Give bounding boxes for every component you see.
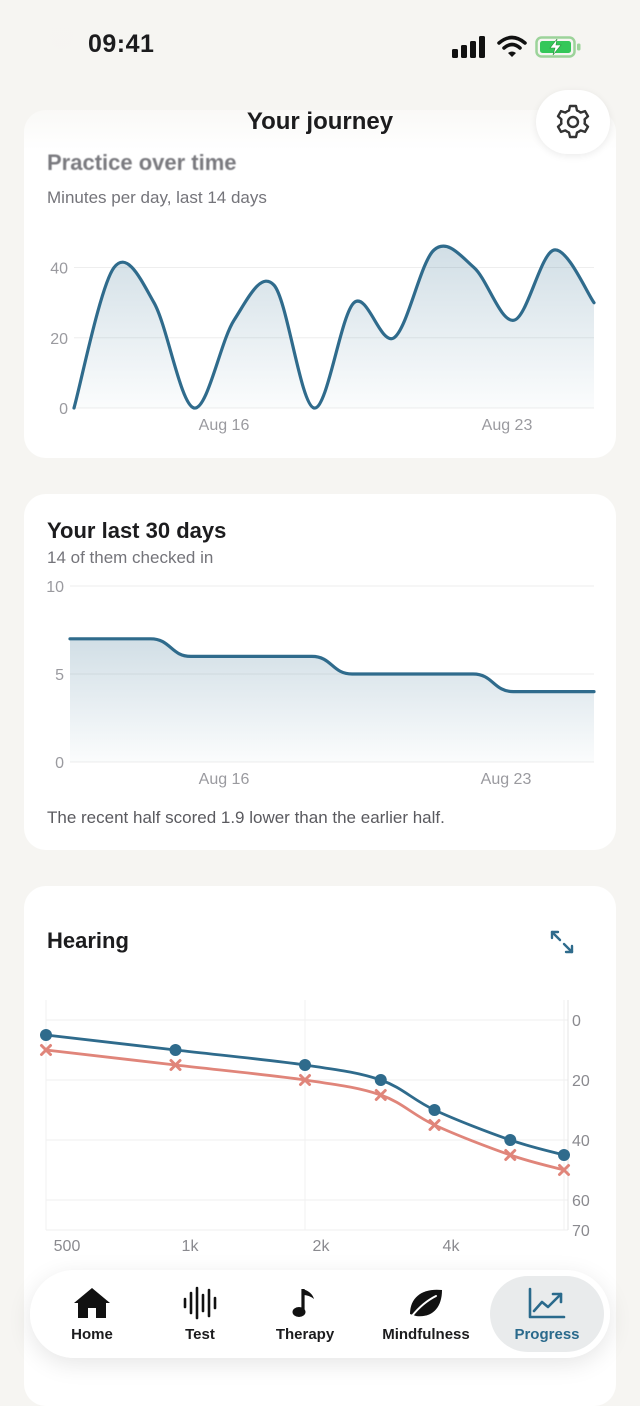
practice-area — [74, 246, 594, 409]
x-tick-label: Aug 16 — [199, 417, 250, 434]
x-tick-label: Aug 23 — [482, 417, 533, 434]
y-tick-label: 60 — [572, 1193, 590, 1210]
y-tick-label: 20 — [50, 331, 68, 348]
legend-left-ear-label: Left ear — [164, 1264, 215, 1266]
x-tick-label: 2k — [313, 1238, 331, 1255]
tab-test[interactable]: Test — [152, 1270, 248, 1358]
home-icon — [74, 1287, 110, 1318]
tab-mindfulness[interactable]: Mindfulness — [370, 1270, 482, 1358]
tab-bar: Home Test Therapy Mindfulness Progress — [30, 1270, 610, 1358]
gear-icon — [556, 104, 590, 139]
battery-charging-icon — [535, 36, 581, 58]
last30-area — [70, 638, 594, 762]
last30-note: The recent half scored 1.9 lower than th… — [47, 808, 445, 827]
y-tick-label: 5 — [55, 667, 64, 684]
tab-home-label: Home — [71, 1325, 113, 1343]
cellular-signal-icon — [452, 36, 485, 58]
right-ear-point — [374, 1074, 387, 1086]
x-tick-label: 500 — [54, 1238, 81, 1255]
tab-therapy-label: Therapy — [275, 1325, 335, 1343]
music-note-icon — [292, 1288, 314, 1317]
right-ear-point — [428, 1104, 441, 1116]
y-tick-label: 20 — [572, 1073, 590, 1090]
tab-progress[interactable]: Progress — [492, 1270, 602, 1358]
x-tick-label: Aug 16 — [199, 771, 250, 788]
last30-card: Your last 30 days 14 of them checked in … — [24, 494, 616, 850]
wifi-icon — [497, 35, 527, 57]
y-tick-label: 70 — [572, 1223, 590, 1240]
tab-mindfulness-label: Mindfulness — [382, 1325, 470, 1343]
y-tick-label: 10 — [46, 579, 64, 596]
right-ear-point — [504, 1134, 517, 1146]
practice-chart: 0 20 40 Aug 16 Aug 23 — [50, 244, 596, 434]
x-tick-label: 1k — [182, 1238, 200, 1255]
y-tick-label: 0 — [55, 755, 64, 772]
y-tick-label: 40 — [572, 1133, 590, 1150]
last30-chart: 0 5 10 Aug 16 Aug 23 — [46, 579, 596, 788]
hearing-chart: 0 20 40 60 70 500 1k 2k 4k Right ear Left ear — [40, 1000, 590, 1266]
hearing-legend: Right ear Left ear — [64, 1264, 215, 1266]
right-ear-point — [169, 1044, 182, 1056]
x-tick-label: Aug 23 — [481, 771, 532, 788]
tab-progress-label: Progress — [514, 1325, 580, 1343]
right-ear-point — [299, 1059, 311, 1071]
tab-therapy[interactable]: Therapy — [256, 1270, 354, 1358]
y-tick-label: 0 — [572, 1013, 581, 1030]
waveform-icon — [183, 1286, 217, 1319]
chart-up-icon — [528, 1287, 566, 1318]
y-tick-label: 0 — [59, 401, 68, 418]
x-tick-label: 4k — [443, 1238, 461, 1255]
tab-home[interactable]: Home — [44, 1270, 140, 1358]
y-tick-label: 40 — [50, 261, 68, 278]
right-ear-point — [558, 1149, 570, 1161]
practice-card: Practice over time Minutes per day, last… — [24, 110, 616, 458]
legend-right-ear-label: Right ear — [64, 1264, 125, 1266]
tab-test-label: Test — [185, 1325, 215, 1343]
leaf-icon — [410, 1289, 442, 1317]
right-ear-point — [40, 1029, 52, 1041]
status-bar: 09:41 — [0, 0, 640, 95]
status-time: 09:41 — [88, 30, 155, 58]
settings-button[interactable] — [536, 90, 610, 154]
